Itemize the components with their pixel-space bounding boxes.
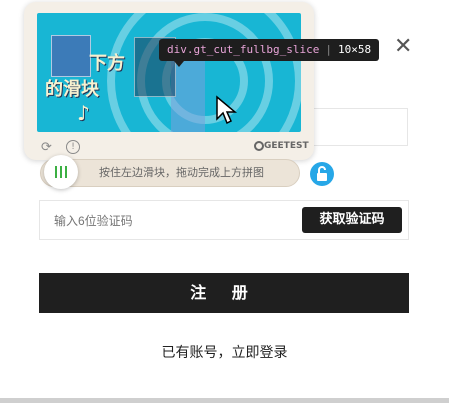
login-link[interactable]: 已有账号，立即登录 xyxy=(0,342,449,362)
slider-hint: 按住左边滑块，拖动完成上方拼图 xyxy=(99,166,264,179)
geetest-logo-icon xyxy=(254,141,264,151)
verification-code-row: 获取验证码 xyxy=(39,200,409,241)
page-bottom-divider xyxy=(0,398,449,403)
form-input-field[interactable] xyxy=(300,108,408,146)
tooltip-arrow xyxy=(174,61,184,67)
tooltip-size: 10×58 xyxy=(337,43,372,56)
captcha-image-decoration: ♪ xyxy=(77,101,90,125)
refresh-icon[interactable]: ⟳ xyxy=(41,140,52,155)
puzzle-slice xyxy=(51,35,91,77)
captcha-image: 下方 的滑块 ♪ xyxy=(37,13,301,132)
mouse-cursor-icon xyxy=(216,95,237,125)
slider-handle-icon[interactable] xyxy=(44,155,78,189)
close-icon[interactable]: ✕ xyxy=(394,36,412,58)
captcha-popup: 下方 的滑块 ♪ ⟳ ! GEETEST xyxy=(24,2,314,160)
get-code-button[interactable]: 获取验证码 xyxy=(302,207,402,233)
captcha-image-text-2: 的滑块 xyxy=(45,79,99,100)
lock-icon xyxy=(310,162,334,186)
geetest-brand: GEETEST xyxy=(264,141,309,151)
captcha-image-text: 下方 xyxy=(89,53,125,74)
inspector-tooltip: div.gt_cut_fullbg_slice | 10×58 xyxy=(159,39,380,61)
slider-track: 按住左边滑块，拖动完成上方拼图 xyxy=(40,159,300,187)
register-button[interactable]: 注 册 xyxy=(39,273,409,313)
tooltip-selector: div.gt_cut_fullbg_slice xyxy=(167,43,320,56)
slice-highlight xyxy=(171,61,205,132)
verification-code-input[interactable] xyxy=(52,201,276,241)
info-icon[interactable]: ! xyxy=(66,140,80,154)
